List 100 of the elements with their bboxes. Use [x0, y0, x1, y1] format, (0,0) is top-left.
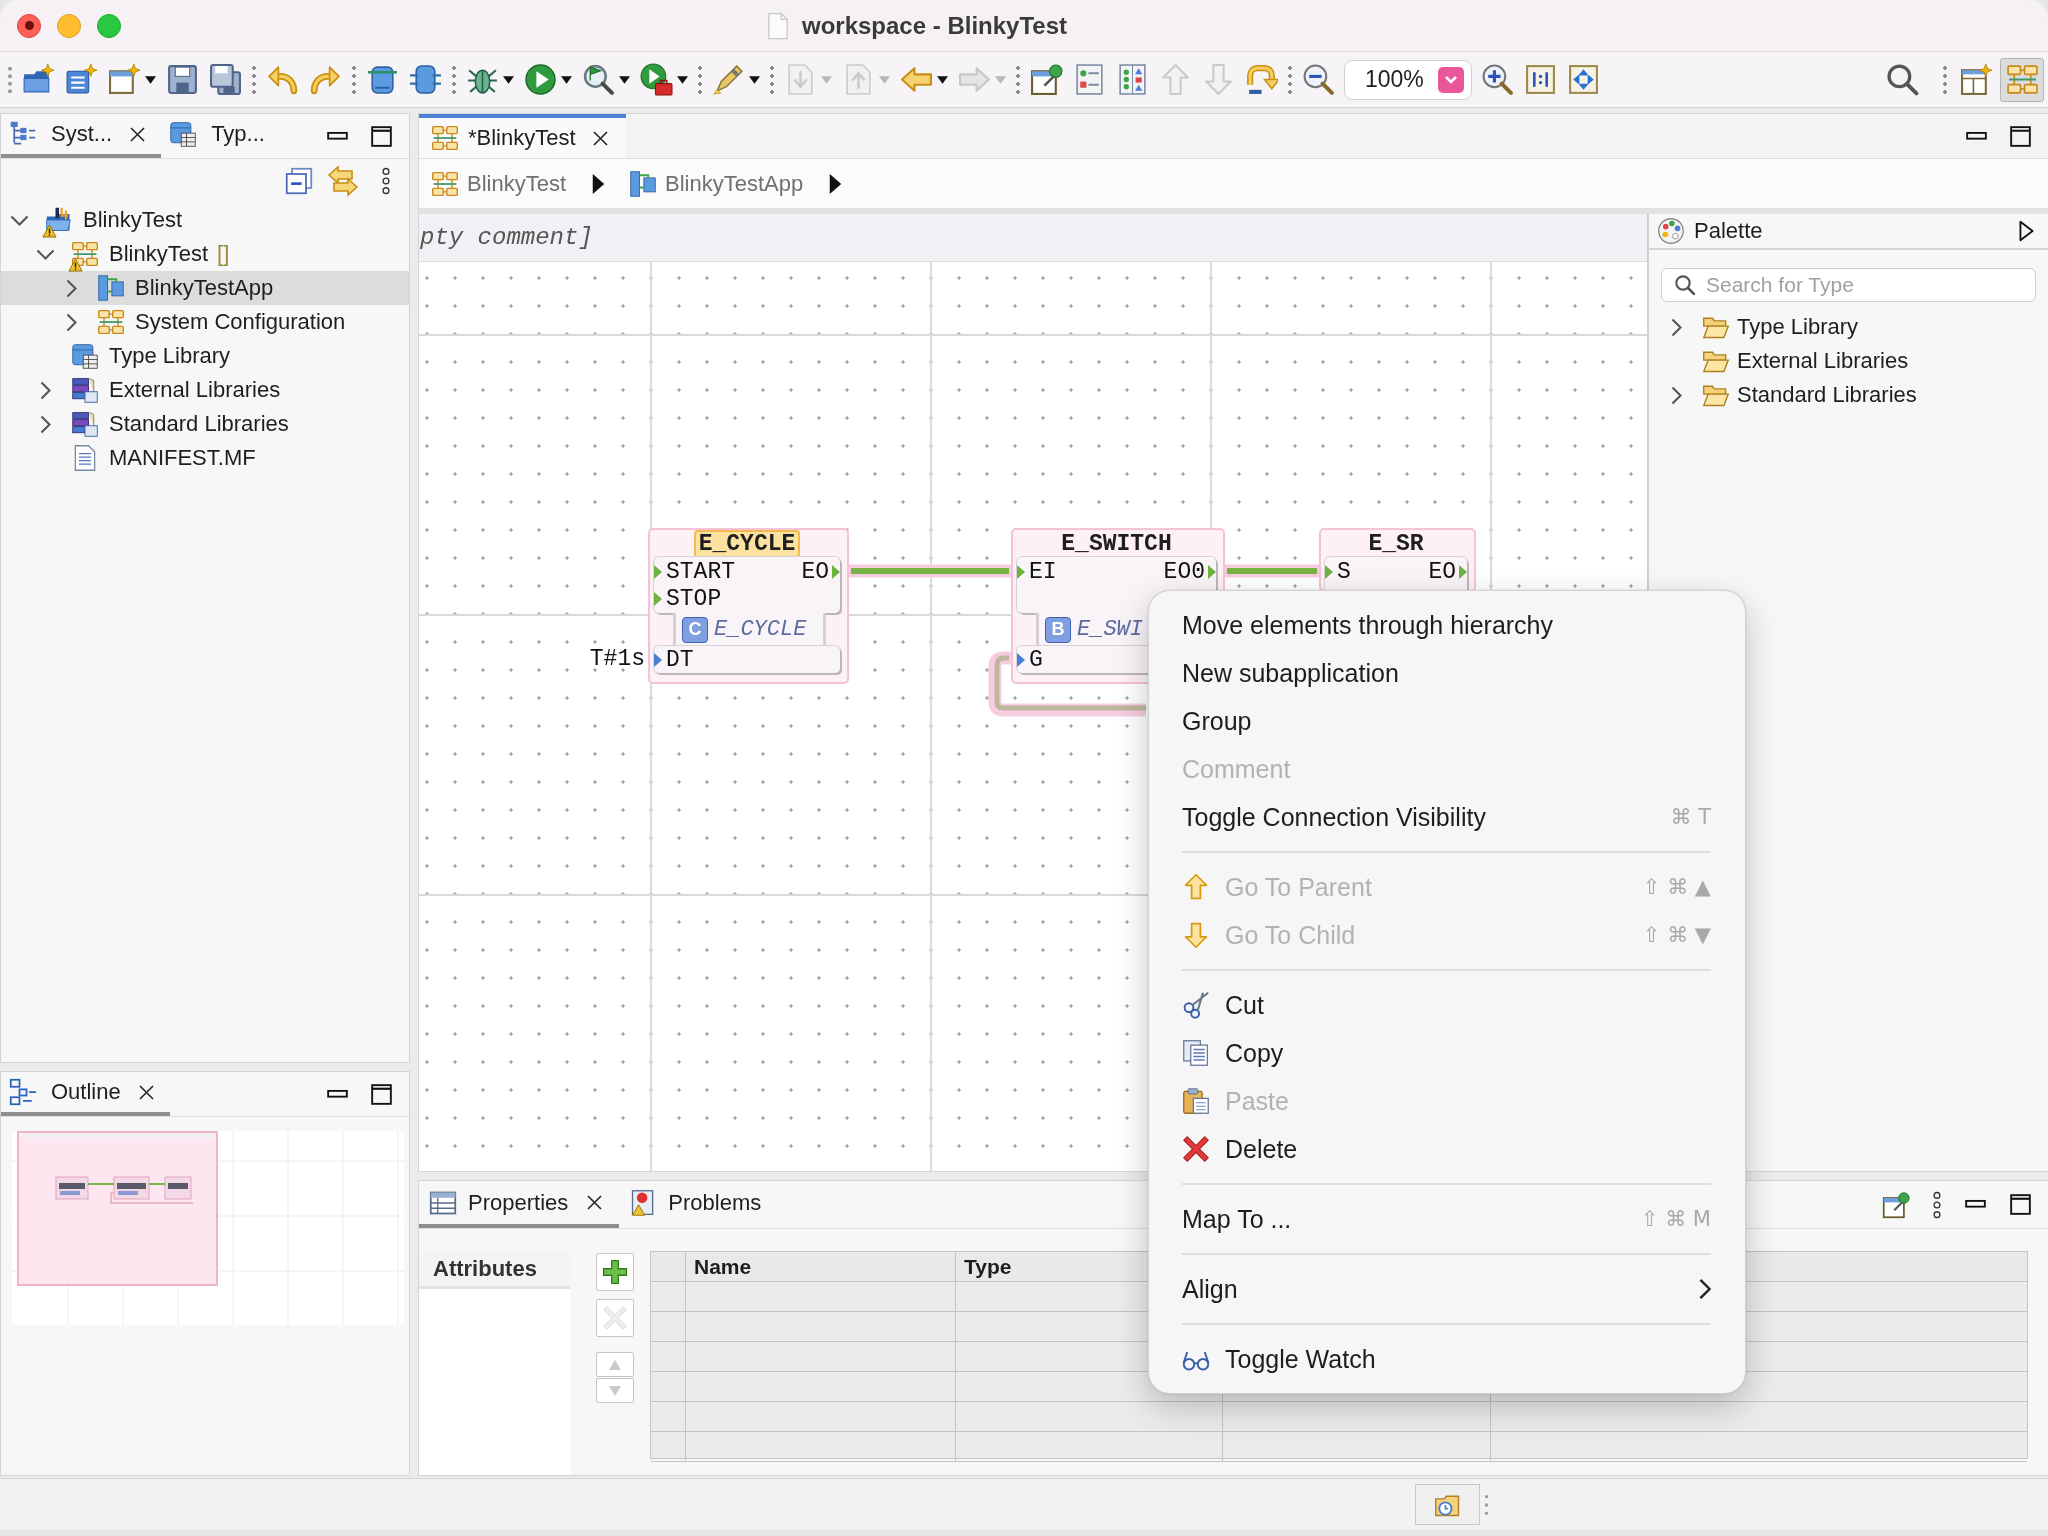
- chevron-right-icon[interactable]: [1670, 317, 1682, 337]
- breadcrumb-item[interactable]: BlinkyTestApp: [629, 169, 804, 198]
- add-button[interactable]: [596, 1253, 634, 1291]
- tree-item[interactable]: Type Library: [1649, 310, 2048, 344]
- caret-icon[interactable]: [619, 75, 630, 84]
- link-arrows-icon[interactable]: [327, 165, 359, 197]
- zoom-out-icon[interactable]: [1302, 63, 1335, 96]
- tree-item[interactable]: BlinkyTest []: [1, 237, 409, 271]
- list-icon[interactable]: [1073, 63, 1106, 96]
- view-tab[interactable]: Syst...: [1, 114, 162, 158]
- play-toolbox-icon[interactable]: [640, 63, 673, 96]
- drag-handle-icon[interactable]: [7, 64, 13, 95]
- view-tab[interactable]: Typ...: [161, 114, 279, 158]
- curved-arrow-icon[interactable]: [1245, 63, 1278, 96]
- menu-item[interactable]: Delete: [1149, 1125, 1745, 1173]
- tree-item[interactable]: Standard Libraries: [1649, 378, 2048, 412]
- maximize-icon[interactable]: [2009, 124, 2032, 148]
- tree-item[interactable]: BlinkyTestApp: [1, 271, 409, 305]
- maximize-icon[interactable]: [370, 124, 393, 148]
- chevron-right-icon[interactable]: [1670, 385, 1682, 405]
- event-input-icon[interactable]: [654, 591, 662, 606]
- caret-icon[interactable]: [677, 75, 688, 84]
- magnifier-flag-icon[interactable]: [582, 63, 615, 96]
- folder-sparkle-icon[interactable]: [22, 63, 55, 96]
- collapse-all-icon[interactable]: [285, 167, 313, 195]
- chevron-right-icon[interactable]: [65, 312, 77, 332]
- zoom-window-button[interactable]: [97, 13, 121, 38]
- chevron-down-icon[interactable]: [9, 214, 29, 226]
- caret-icon[interactable]: [145, 75, 156, 84]
- play-icon[interactable]: [524, 63, 557, 96]
- window-pin-icon[interactable]: [1030, 63, 1063, 96]
- save-icon[interactable]: [166, 63, 199, 96]
- chevron-down-icon[interactable]: [35, 248, 55, 260]
- diagram-thumbnail[interactable]: [12, 1131, 404, 1325]
- caret-icon[interactable]: [937, 75, 948, 84]
- block-connector-icon[interactable]: [409, 63, 442, 96]
- event-input-icon[interactable]: [1017, 564, 1025, 579]
- function-block[interactable]: E_SR S EO: [1319, 528, 1476, 592]
- fit-to-window-icon[interactable]: [1567, 63, 1600, 96]
- search-icon[interactable]: [1886, 63, 1919, 96]
- block-icon[interactable]: [366, 63, 399, 96]
- menu-item[interactable]: Map To ... ⇧ ⌘ M: [1149, 1195, 1745, 1243]
- chevron-right-icon[interactable]: [39, 380, 51, 400]
- view-tab[interactable]: Problems: [619, 1181, 777, 1228]
- zoom-in-icon[interactable]: [1481, 63, 1514, 96]
- chevron-right-icon[interactable]: [39, 414, 51, 434]
- close-icon[interactable]: [590, 128, 610, 148]
- view-menu-icon[interactable]: [1932, 1190, 1942, 1219]
- caret-icon[interactable]: [503, 75, 514, 84]
- list-sparkle-icon[interactable]: [65, 63, 98, 96]
- maximize-icon[interactable]: [2009, 1193, 2032, 1216]
- grid-list-icon[interactable]: [1116, 63, 1149, 96]
- maximize-icon[interactable]: [370, 1082, 393, 1106]
- view-tab[interactable]: Properties: [419, 1181, 620, 1228]
- close-icon[interactable]: [585, 1193, 605, 1212]
- caret-icon[interactable]: [749, 75, 760, 84]
- redo-icon[interactable]: [309, 63, 342, 96]
- window-sparkle-icon[interactable]: [108, 63, 141, 96]
- undo-icon[interactable]: [266, 63, 299, 96]
- tree-item[interactable]: Standard Libraries: [1, 407, 409, 441]
- view-tab[interactable]: Outline: [1, 1072, 170, 1116]
- event-input-icon[interactable]: [654, 564, 662, 579]
- comment-text[interactable]: pty comment]: [419, 224, 593, 251]
- status-button[interactable]: [1415, 1484, 1480, 1525]
- dropdown-icon[interactable]: [1438, 66, 1464, 93]
- event-input-icon[interactable]: [1325, 564, 1333, 579]
- save-all-icon[interactable]: [209, 63, 242, 96]
- tree-item[interactable]: MANIFEST.MF: [1, 441, 409, 475]
- tree-item[interactable]: Type Library: [1, 339, 409, 373]
- window-pin-icon[interactable]: [1882, 1190, 1910, 1219]
- actual-size-icon[interactable]: [1524, 63, 1557, 96]
- view-menu-icon[interactable]: [381, 167, 391, 195]
- tree-item[interactable]: External Libraries: [1649, 344, 2048, 378]
- tree-item[interactable]: BlinkyTest: [1, 203, 409, 237]
- marker-pen-icon[interactable]: [712, 63, 745, 96]
- caret-icon[interactable]: [561, 75, 572, 84]
- parameter-value[interactable]: T#1s: [589, 645, 645, 672]
- breadcrumb-item[interactable]: BlinkyTest: [431, 169, 567, 198]
- tree-item[interactable]: System Configuration: [1, 305, 409, 339]
- menu-item[interactable]: Group: [1149, 697, 1745, 745]
- caret-right-icon[interactable]: [829, 172, 843, 195]
- close-icon[interactable]: [128, 124, 148, 144]
- side-tab[interactable]: Attributes: [419, 1251, 570, 1289]
- data-input-icon[interactable]: [1017, 652, 1025, 667]
- menu-item[interactable]: Toggle Connection Visibility ⌘ T: [1149, 793, 1745, 841]
- tree-item[interactable]: External Libraries: [1, 373, 409, 407]
- close-icon[interactable]: [136, 1082, 156, 1102]
- editor-tab[interactable]: *BlinkyTest: [419, 114, 626, 158]
- close-window-button[interactable]: [17, 13, 41, 38]
- search-field[interactable]: Search for Type: [1661, 268, 2036, 302]
- zoom-level-combo[interactable]: 100%: [1344, 59, 1472, 100]
- chevron-right-icon[interactable]: [65, 278, 77, 298]
- collapse-triangle-icon[interactable]: [2019, 220, 2034, 242]
- caret-right-icon[interactable]: [592, 172, 606, 195]
- data-input-icon[interactable]: [654, 652, 662, 667]
- menu-item[interactable]: Copy: [1149, 1029, 1745, 1077]
- menu-item[interactable]: Toggle Watch: [1149, 1335, 1745, 1383]
- function-block[interactable]: E_CYCLE START STOP EO C E_CYCLE DT: [648, 528, 849, 684]
- menu-item[interactable]: Cut: [1149, 981, 1745, 1029]
- column-header[interactable]: Name: [686, 1252, 956, 1281]
